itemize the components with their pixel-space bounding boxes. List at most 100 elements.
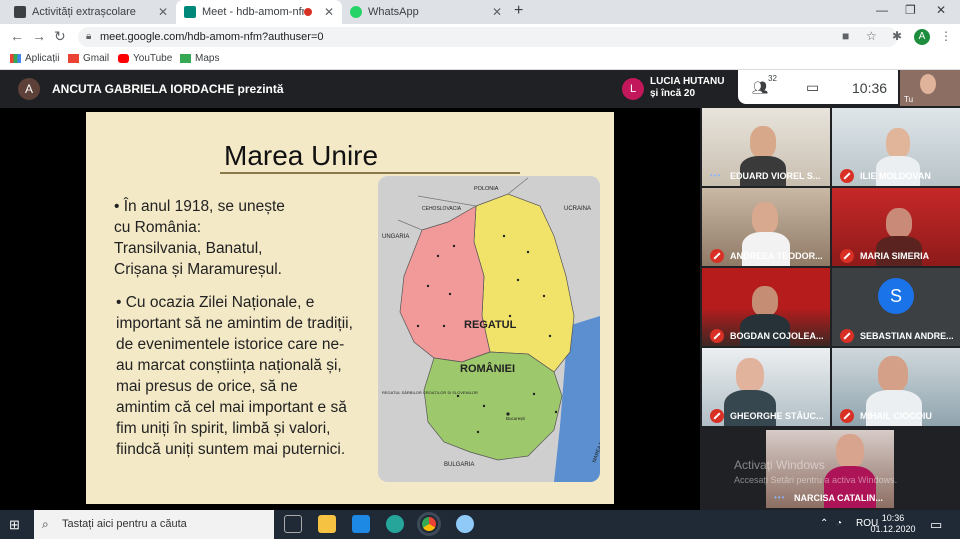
participant-name: BOGDAN COJOLEA... bbox=[730, 331, 824, 341]
map-label-cehoslovacia: CEHOSLOVACIA bbox=[422, 206, 462, 212]
participant-tile[interactable]: GHEORGHE STĂUC... bbox=[702, 348, 830, 426]
bookmark-apps[interactable]: Aplicații bbox=[10, 53, 59, 64]
participant-count: 32 bbox=[768, 74, 777, 83]
bookmark-label: YouTube bbox=[133, 53, 173, 64]
file-explorer-icon[interactable] bbox=[318, 515, 336, 533]
participant-tile[interactable]: ••• EDUARD VIOREL S... bbox=[702, 108, 830, 186]
video-face bbox=[886, 208, 912, 238]
mic-off-icon bbox=[710, 409, 724, 423]
participant-name: ANDREEA TEODOR... bbox=[730, 251, 823, 261]
tray-chevron-icon[interactable]: ⌃ bbox=[820, 518, 828, 529]
chrome-icon[interactable] bbox=[420, 515, 438, 533]
self-view-tile[interactable]: Tu bbox=[900, 70, 960, 106]
extensions-icon[interactable]: ✱ bbox=[892, 29, 902, 43]
meet-header: A ANCUTA GABRIELA IORDACHE prezintă L LU… bbox=[0, 70, 960, 108]
network-icon[interactable]: ◔ bbox=[836, 518, 842, 529]
close-icon[interactable]: ✕ bbox=[158, 5, 168, 19]
presenter-avatar: A bbox=[18, 78, 40, 100]
pinned-participant[interactable]: LUCIA HUTANU și încă 20 bbox=[650, 76, 724, 100]
minimize-icon[interactable]: — bbox=[876, 3, 888, 17]
windows-taskbar: ⊞ ⌕ Tastați aici pentru a căuta ⌃ ◔ ROU … bbox=[0, 510, 960, 539]
search-placeholder: Tastați aici pentru a căuta bbox=[62, 518, 187, 530]
forward-icon[interactable]: → bbox=[32, 28, 46, 44]
tab-title: Activități extrașcolare bbox=[32, 6, 136, 18]
app-icon[interactable] bbox=[456, 515, 474, 533]
bookmark-gmail[interactable]: Gmail bbox=[68, 53, 109, 64]
participant-tile[interactable]: MARIA SIMERIA bbox=[832, 188, 960, 266]
back-icon[interactable]: ← bbox=[10, 28, 24, 44]
participant-tile[interactable]: BOGDAN COJOLEA... bbox=[702, 268, 830, 346]
self-video bbox=[920, 74, 936, 94]
taskbar-date: 01.12.2020 bbox=[870, 524, 916, 534]
map-label-bulgaria: BULGARIA bbox=[444, 462, 474, 468]
task-view-icon[interactable] bbox=[284, 515, 302, 533]
tab-whatsapp[interactable]: WhatsApp ✕ bbox=[342, 0, 510, 24]
video-face bbox=[878, 356, 908, 392]
windows-start-icon[interactable]: ⊞ bbox=[9, 517, 20, 533]
participant-tile[interactable]: MIHAIL CIOCOIU bbox=[832, 348, 960, 426]
mic-off-icon bbox=[710, 329, 724, 343]
speaking-icon: ••• bbox=[774, 493, 786, 502]
search-icon: ⌕ bbox=[42, 517, 49, 531]
close-icon[interactable]: ✕ bbox=[324, 5, 334, 19]
lock-icon: 🔒︎ bbox=[86, 31, 92, 42]
video-face bbox=[752, 202, 778, 234]
new-tab-button[interactable]: + bbox=[514, 2, 523, 20]
close-icon[interactable]: ✕ bbox=[492, 5, 502, 19]
bookmark-youtube[interactable]: YouTube bbox=[118, 53, 172, 64]
participant-tile[interactable]: ILIE MOLDOVAN bbox=[832, 108, 960, 186]
tab-meet[interactable]: Meet - hdb-amom-nfm ✕ bbox=[176, 0, 342, 24]
slide-bullet-1: • În anul 1918, se unește cu România: Tr… bbox=[114, 198, 285, 278]
chat-icon[interactable]: ▭ bbox=[806, 79, 819, 96]
map-label-serbia: REGATUL SÂRBILOR CROAȚILOR ȘI SLOVENILOR bbox=[382, 390, 478, 395]
window-close-icon[interactable]: ✕ bbox=[936, 3, 946, 17]
pinned-avatar[interactable]: L bbox=[622, 78, 644, 100]
bookmark-label: Aplicații bbox=[25, 53, 60, 64]
restore-icon[interactable]: ❐ bbox=[905, 3, 916, 17]
presentation-stage: Marea Unire • În anul 1918, se unește cu… bbox=[0, 108, 700, 510]
people-icon[interactable]: 👥︎ bbox=[752, 80, 769, 96]
edge-icon[interactable] bbox=[386, 515, 404, 533]
tab-activitati[interactable]: Activități extrașcolare ✕ bbox=[6, 0, 176, 24]
participant-tile[interactable]: ANDREEA TEODOR... bbox=[702, 188, 830, 266]
taskbar-time: 10:36 bbox=[881, 513, 905, 523]
map-label-ucraina: UCRAINA bbox=[564, 206, 591, 212]
pinned-others: și încă 20 bbox=[650, 88, 696, 99]
participant-name: MARIA SIMERIA bbox=[860, 251, 930, 261]
participant-name: SEBASTIAN ANDRE... bbox=[860, 331, 954, 341]
mic-off-icon bbox=[840, 409, 854, 423]
title-underline bbox=[220, 172, 520, 174]
youtube-icon bbox=[118, 54, 129, 63]
taskbar-search[interactable]: ⌕ Tastați aici pentru a căuta bbox=[34, 510, 274, 539]
participant-name: GHEORGHE STĂUC... bbox=[730, 411, 824, 421]
slide-bullet-2: • Cu ocazia Zilei Naționale, e important… bbox=[116, 294, 353, 458]
map-label-polonia: POLONIA bbox=[474, 186, 499, 192]
taskbar-clock[interactable]: 10:36 01.12.2020 bbox=[868, 513, 918, 535]
camera-icon[interactable]: ■ bbox=[842, 29, 849, 43]
participant-name: MIHAIL CIOCOIU bbox=[860, 411, 932, 421]
mic-off-icon bbox=[710, 249, 724, 263]
pinned-name: LUCIA HUTANU bbox=[650, 76, 725, 87]
video-face bbox=[750, 126, 776, 158]
mic-off-icon bbox=[840, 169, 854, 183]
star-icon[interactable]: ☆ bbox=[866, 29, 877, 43]
maps-icon bbox=[180, 54, 191, 63]
mail-icon[interactable] bbox=[352, 515, 370, 533]
video-body bbox=[740, 314, 790, 346]
profile-avatar[interactable]: A bbox=[914, 29, 930, 45]
map-label-regatul: REGATUL bbox=[464, 319, 517, 331]
participant-name: NARCISA CATALIN... bbox=[794, 493, 883, 503]
reload-icon[interactable]: ↻ bbox=[54, 28, 66, 45]
watermark-subtitle: Accesați Setări pentru a activa Windows. bbox=[734, 475, 898, 485]
participant-grid: ••• EDUARD VIOREL S... ILIE MOLDOVAN AND… bbox=[700, 108, 960, 510]
video-face bbox=[752, 286, 778, 316]
bookmark-label: Maps bbox=[195, 53, 220, 64]
menu-icon[interactable]: ⋮ bbox=[940, 29, 952, 43]
bookmark-maps[interactable]: Maps bbox=[180, 53, 219, 64]
address-bar[interactable]: 🔒︎ meet.google.com/hdb-amom-nfm?authuser… bbox=[78, 27, 898, 47]
notification-icon[interactable]: ▭ bbox=[930, 517, 942, 533]
participant-name: EDUARD VIOREL S... bbox=[730, 171, 821, 181]
map-greater-romania: POLONIA CEHOSLOVACIA UCRAINA UNGARIA REG… bbox=[378, 176, 600, 482]
participant-tile[interactable]: S SEBASTIAN ANDRE... bbox=[832, 268, 960, 346]
participant-name: ILIE MOLDOVAN bbox=[860, 171, 931, 181]
